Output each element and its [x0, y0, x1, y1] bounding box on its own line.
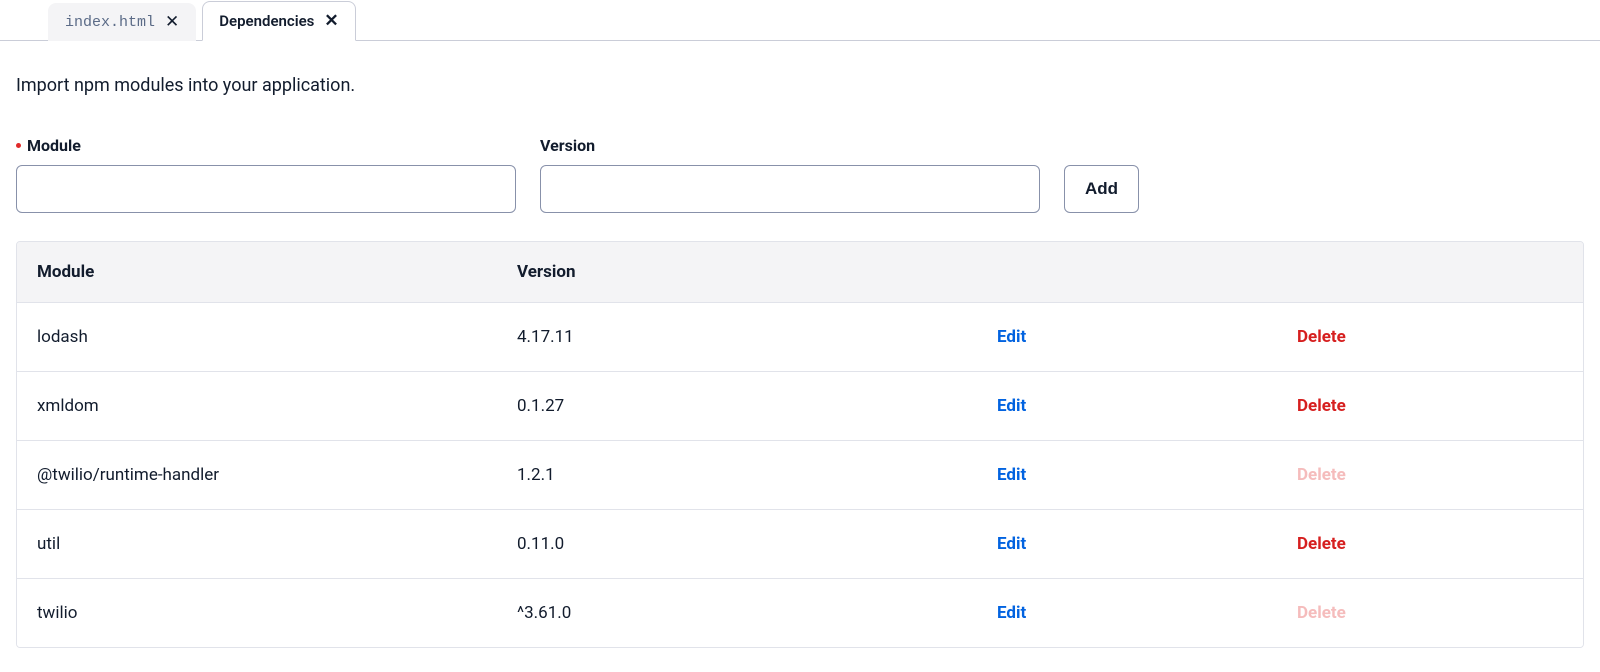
- table-row: xmldom0.1.27 Edit Delete: [17, 372, 1583, 441]
- tab-label: Dependencies: [219, 12, 314, 30]
- dependencies-table: Module Version lodash4.17.11EditDeletexm…: [16, 241, 1584, 648]
- tab-dependencies[interactable]: Dependencies ✕: [202, 1, 355, 41]
- cell-version: 1.2.1: [497, 465, 977, 485]
- delete-button[interactable]: Delete: [1297, 327, 1346, 347]
- add-dependency-form: Module Version Add: [16, 136, 1584, 213]
- tab-label: index.html: [65, 14, 155, 31]
- cell-edit: Edit: [977, 465, 1277, 485]
- cell-delete: Delete: [1277, 327, 1583, 347]
- close-icon[interactable]: ✕: [324, 13, 338, 30]
- edit-button[interactable]: Edit: [997, 603, 1026, 623]
- add-button[interactable]: Add: [1064, 165, 1139, 213]
- cell-module: util: [17, 534, 497, 554]
- cell-version: 0.11.0: [497, 534, 977, 554]
- tab-index-html[interactable]: index.html ✕: [48, 3, 196, 41]
- module-input[interactable]: [16, 165, 516, 213]
- table-row: util0.11.0 Edit Delete: [17, 510, 1583, 579]
- version-label: Version: [540, 136, 1040, 155]
- cell-edit: Edit: [977, 534, 1277, 554]
- table-row: twilio^3.61.0 Edit Delete: [17, 579, 1583, 647]
- header-delete: [1277, 262, 1583, 282]
- cell-module: xmldom: [17, 396, 497, 416]
- edit-button[interactable]: Edit: [997, 534, 1026, 554]
- content-area: Import npm modules into your application…: [0, 41, 1600, 648]
- close-icon[interactable]: ✕: [165, 14, 179, 31]
- version-field-group: Version: [540, 136, 1040, 213]
- cell-delete: Delete: [1277, 396, 1583, 416]
- tab-bar: index.html ✕ Dependencies ✕: [0, 0, 1600, 41]
- cell-module: lodash: [17, 327, 497, 347]
- required-dot-icon: [16, 143, 21, 148]
- delete-button: Delete: [1297, 465, 1346, 485]
- edit-button[interactable]: Edit: [997, 396, 1026, 416]
- module-field-group: Module: [16, 136, 516, 213]
- version-input[interactable]: [540, 165, 1040, 213]
- header-module: Module: [17, 262, 497, 282]
- page-description: Import npm modules into your application…: [16, 75, 1584, 96]
- table-row: lodash4.17.11 Edit Delete: [17, 303, 1583, 372]
- cell-delete: Delete: [1277, 534, 1583, 554]
- header-edit: [977, 262, 1277, 282]
- cell-delete: Delete: [1277, 603, 1583, 623]
- cell-edit: Edit: [977, 396, 1277, 416]
- delete-button[interactable]: Delete: [1297, 396, 1346, 416]
- cell-version: 4.17.11: [497, 327, 977, 347]
- cell-module: twilio: [17, 603, 497, 623]
- cell-version: 0.1.27: [497, 396, 977, 416]
- header-version: Version: [497, 262, 977, 282]
- edit-button[interactable]: Edit: [997, 327, 1026, 347]
- edit-button[interactable]: Edit: [997, 465, 1026, 485]
- delete-button[interactable]: Delete: [1297, 534, 1346, 554]
- module-label-text: Module: [27, 136, 81, 155]
- cell-delete: Delete: [1277, 465, 1583, 485]
- table-row: @twilio/runtime-handler1.2.1 Edit Delete: [17, 441, 1583, 510]
- table-header: Module Version: [17, 242, 1583, 303]
- cell-edit: Edit: [977, 603, 1277, 623]
- cell-version: ^3.61.0: [497, 603, 977, 623]
- version-label-text: Version: [540, 136, 595, 155]
- module-label: Module: [16, 136, 516, 155]
- cell-edit: Edit: [977, 327, 1277, 347]
- cell-module: @twilio/runtime-handler: [17, 465, 497, 485]
- delete-button: Delete: [1297, 603, 1346, 623]
